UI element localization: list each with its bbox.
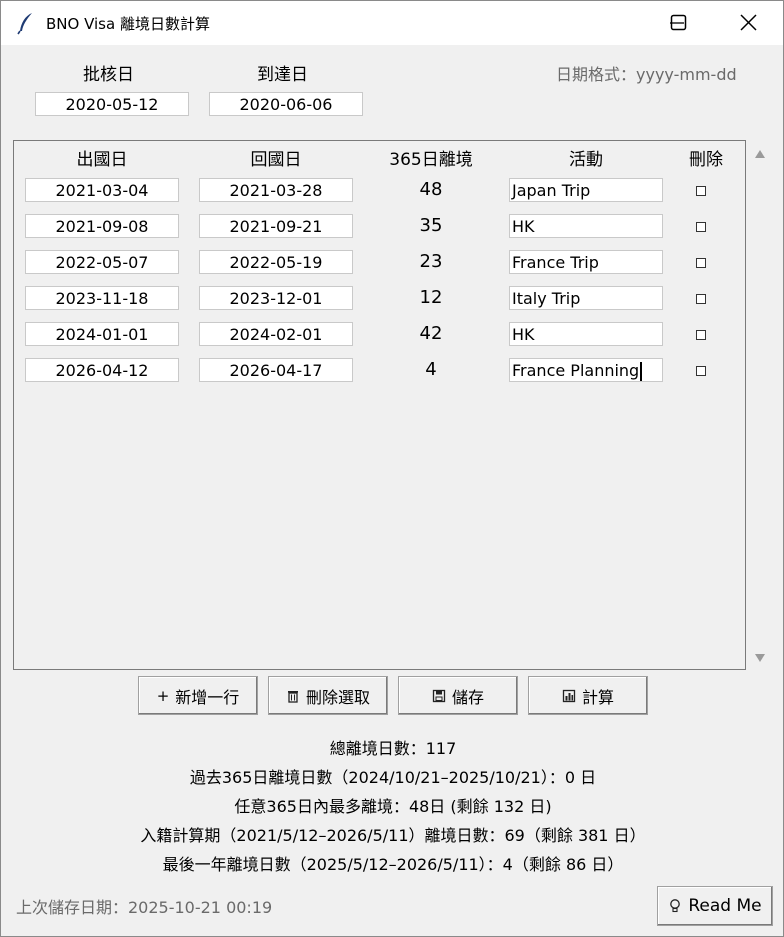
app-window: BNO Visa 離境日數計算 批核日 2020-05-12 到達日 2020-… [0, 0, 784, 937]
activity-field[interactable]: Italy Trip [509, 286, 663, 310]
depart-date-field[interactable]: 2021-09-08 [25, 214, 179, 238]
calculate-button[interactable]: 計算 [528, 676, 648, 715]
activity-field[interactable]: Japan Trip [509, 178, 663, 202]
activity-field[interactable]: HK [509, 322, 663, 346]
scroll-up-icon[interactable] [753, 148, 767, 160]
delete-checkbox[interactable] [696, 366, 706, 376]
save-button[interactable]: 儲存 [398, 676, 518, 715]
return-date-field[interactable]: 2024-02-01 [199, 322, 353, 346]
depart-date-field[interactable]: 2026-04-12 [25, 358, 179, 382]
depart-date-field[interactable]: 2022-05-07 [25, 250, 179, 274]
bar-chart-icon [562, 689, 576, 702]
title-bar[interactable]: BNO Visa 離境日數計算 [1, 1, 783, 45]
delete-selected-label: 刪除選取 [305, 687, 370, 707]
lightbulb-icon [670, 899, 681, 913]
column-header-delete: 刪除 [689, 150, 723, 170]
save-label: 儲存 [451, 687, 484, 707]
total-absence-stat: 總離境日數：117 [329, 739, 457, 758]
return-date-field[interactable]: 2022-05-19 [199, 250, 353, 274]
trash-icon [287, 690, 298, 703]
approval-date-label: 批核日 [83, 65, 134, 85]
max-365-stat: 任意365日內最多離境：48日 (剩餘 132 日) [234, 797, 552, 816]
delete-checkbox[interactable] [696, 258, 706, 268]
add-row-label: 新增一行 [175, 687, 240, 707]
delete-checkbox[interactable] [696, 186, 706, 196]
column-header-activity: 活動 [569, 150, 603, 170]
return-date-field[interactable]: 2026-04-17 [199, 358, 353, 382]
delete-selected-button[interactable]: 刪除選取 [268, 676, 388, 715]
close-icon [740, 14, 757, 31]
calculate-label: 計算 [581, 687, 614, 707]
depart-date-field[interactable]: 2021-03-04 [25, 178, 179, 202]
delete-checkbox[interactable] [696, 330, 706, 340]
absence-days: 42 [419, 323, 443, 344]
column-header-depart: 出國日 [76, 150, 128, 170]
plus-icon: + [156, 686, 170, 705]
close-button[interactable] [715, 1, 783, 45]
last-saved-status: 上次儲存日期：2025-10-21 00:19 [16, 898, 273, 917]
delete-checkbox[interactable] [696, 222, 706, 232]
scroll-down-icon[interactable] [753, 652, 767, 664]
read-me-button[interactable]: Read Me [657, 886, 773, 926]
return-date-field[interactable]: 2021-03-28 [199, 178, 353, 202]
floppy-disk-icon [432, 689, 446, 702]
past-365-stat: 過去365日離境日數（2024/10/21–2025/10/21）：0 日 [189, 768, 597, 787]
return-date-field[interactable]: 2023-12-01 [199, 286, 353, 310]
naturalization-period-stat: 入籍計算期（2021/5/12–2026/5/11）離境日數：69（剩餘 381… [140, 826, 646, 845]
add-row-button[interactable]: + 新增一行 [138, 676, 258, 715]
absence-days: 4 [425, 359, 437, 380]
absence-days: 48 [419, 179, 443, 200]
window-title: BNO Visa 離境日數計算 [46, 15, 210, 33]
absence-days: 12 [419, 287, 443, 308]
return-date-field[interactable]: 2021-09-21 [199, 214, 353, 238]
approval-date-field[interactable]: 2020-05-12 [35, 92, 189, 116]
arrival-date-label: 到達日 [257, 65, 308, 85]
feather-icon [15, 11, 37, 35]
maximize-button[interactable] [644, 1, 710, 45]
read-me-label: Read Me [688, 896, 762, 916]
activity-field[interactable]: France Trip [509, 250, 663, 274]
absence-days: 35 [419, 215, 443, 236]
activity-text: France Planning [512, 361, 640, 380]
absence-days: 23 [419, 251, 443, 272]
activity-field-focused[interactable]: France Planning [509, 358, 663, 382]
column-header-days: 365日離境 [389, 150, 473, 170]
column-header-return: 回國日 [250, 150, 302, 170]
last-year-stat: 最後一年離境日數（2025/5/12–2026/5/11）：4（剩餘 86 日） [162, 855, 624, 874]
depart-date-field[interactable]: 2024-01-01 [25, 322, 179, 346]
date-format-hint: 日期格式：yyyy-mm-dd [556, 65, 737, 84]
arrival-date-field[interactable]: 2020-06-06 [209, 92, 363, 116]
text-caret [640, 361, 642, 381]
maximize-icon [670, 14, 687, 31]
depart-date-field[interactable]: 2023-11-18 [25, 286, 179, 310]
delete-checkbox[interactable] [696, 294, 706, 304]
activity-field[interactable]: HK [509, 214, 663, 238]
